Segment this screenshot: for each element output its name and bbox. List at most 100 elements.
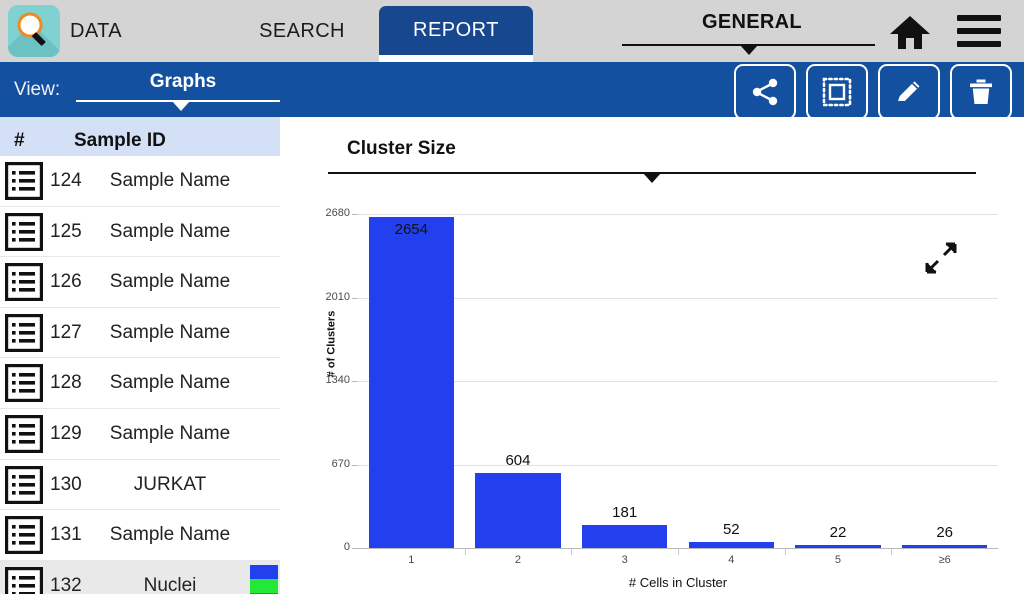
y-axis-tick-label: 2010	[290, 291, 350, 303]
row-number: 130	[50, 460, 82, 510]
sample-list-panel: # Sample ID 124Sample Name125Sample Name…	[0, 117, 280, 594]
list-rows-icon[interactable]	[5, 162, 43, 205]
list-rows-icon[interactable]	[5, 516, 43, 559]
row-sample-name: Sample Name	[95, 409, 245, 459]
y-axis-tick-mark	[352, 548, 358, 549]
x-axis-tick-label: 5	[785, 554, 892, 566]
y-axis-tick-label: 2680	[290, 207, 350, 219]
hamburger-menu-icon[interactable]	[957, 15, 1001, 54]
bar[interactable]	[795, 545, 880, 548]
x-axis-tick-mark	[891, 548, 892, 555]
chart-panel: Cluster Size # of Clusters # Cells in Cl…	[280, 117, 1024, 594]
bar-value-label: 604	[475, 452, 560, 469]
share-button[interactable]	[734, 64, 796, 120]
row-number: 132	[50, 561, 82, 594]
x-axis-label: # Cells in Cluster	[358, 575, 998, 590]
list-rows-icon[interactable]	[5, 213, 43, 256]
select-region-button[interactable]	[806, 64, 868, 120]
x-axis-tick-mark	[571, 548, 572, 555]
chart-plot-area: # of Clusters # Cells in Cluster 0670134…	[358, 214, 998, 548]
row-sample-name: Sample Name	[95, 207, 245, 257]
bar[interactable]	[689, 542, 774, 548]
sample-list-rows[interactable]: 124 Sample Name 125 Sample Name 126 Sample Na…	[0, 156, 280, 586]
row-number: 131	[50, 510, 82, 560]
gridline	[358, 381, 998, 382]
list-rows-icon[interactable]	[5, 415, 43, 458]
bar[interactable]	[475, 473, 560, 548]
bar-value-label: 52	[689, 521, 774, 538]
chevron-down-icon-chart[interactable]	[643, 173, 661, 183]
list-rows-icon[interactable]	[5, 567, 43, 594]
tab-search[interactable]: SEARCH	[232, 0, 372, 62]
chevron-down-icon	[740, 45, 758, 55]
y-axis-tick-mark	[352, 465, 358, 466]
bar-value-label: 26	[902, 524, 987, 541]
magnifier-logo-icon	[8, 5, 60, 57]
gridline	[358, 465, 998, 466]
table-row[interactable]: 130 JURKAT	[0, 460, 280, 511]
row-sample-name: Sample Name	[95, 156, 245, 206]
app-root: DATA SEARCH REPORT GENERAL View: Graphs	[0, 0, 1024, 594]
table-row[interactable]: 125 Sample Name	[0, 207, 280, 258]
row-color-swatches	[250, 565, 278, 594]
view-label: View:	[14, 62, 60, 117]
y-axis-tick-label: 1340	[290, 374, 350, 386]
y-axis-tick-mark	[352, 381, 358, 382]
bar[interactable]	[369, 217, 454, 548]
bar-value-label: 181	[582, 504, 667, 521]
edit-button[interactable]	[878, 64, 940, 120]
home-icon[interactable]	[888, 12, 932, 57]
table-row[interactable]: 127 Sample Name	[0, 308, 280, 359]
top-navigation-bar: DATA SEARCH REPORT GENERAL	[0, 0, 1024, 62]
bar[interactable]	[902, 545, 987, 548]
row-sample-name: Sample Name	[95, 257, 245, 307]
row-number: 125	[50, 207, 82, 257]
y-axis-tick-label: 0	[290, 541, 350, 553]
bar-value-label: 2654	[369, 221, 454, 238]
row-number: 124	[50, 156, 82, 206]
tab-data[interactable]: DATA	[70, 0, 160, 62]
x-axis-tick-mark	[678, 548, 679, 555]
gridline	[358, 214, 998, 215]
x-axis-tick-label: 4	[678, 554, 785, 566]
list-rows-icon[interactable]	[5, 364, 43, 407]
y-axis-tick-label: 670	[290, 458, 350, 470]
general-dropdown-label: GENERAL	[622, 0, 882, 44]
row-number: 126	[50, 257, 82, 307]
row-number: 128	[50, 358, 82, 408]
row-sample-name: Sample Name	[95, 358, 245, 408]
row-sample-name: JURKAT	[95, 460, 245, 510]
bar[interactable]	[582, 525, 667, 548]
row-sample-name: Nuclei	[95, 561, 245, 594]
table-row[interactable]: 128 Sample Name	[0, 358, 280, 409]
table-row[interactable]: 129Sample Name	[0, 409, 280, 460]
tab-report[interactable]: REPORT	[379, 6, 533, 55]
list-rows-icon[interactable]	[5, 314, 43, 357]
y-axis-tick-mark	[352, 214, 358, 215]
gridline	[358, 298, 998, 299]
x-axis-tick-label: 3	[571, 554, 678, 566]
view-toolbar: View: Graphs	[0, 62, 1024, 117]
list-rows-icon[interactable]	[5, 466, 43, 509]
list-rows-icon[interactable]	[5, 263, 43, 306]
delete-button[interactable]	[950, 64, 1012, 120]
x-axis-tick-mark	[465, 548, 466, 555]
general-dropdown[interactable]: GENERAL	[622, 0, 882, 62]
trash-icon	[966, 77, 996, 107]
row-sample-name: Sample Name	[95, 510, 245, 560]
table-row[interactable]: 124 Sample Name	[0, 156, 280, 207]
row-number: 127	[50, 308, 82, 358]
chevron-down-icon-view	[172, 101, 190, 111]
chart-title: Cluster Size	[347, 138, 456, 160]
x-axis-tick-label: 1	[358, 554, 465, 566]
y-axis-tick-mark	[352, 298, 358, 299]
table-row[interactable]: 131 Sample Name	[0, 510, 280, 561]
table-row[interactable]: 132 Nuclei	[0, 561, 280, 594]
x-axis-tick-label: ≥6	[891, 554, 998, 566]
table-row[interactable]: 126 Sample Name	[0, 257, 280, 308]
dotted-square-icon	[822, 77, 852, 107]
tab-report-indicator	[379, 55, 533, 62]
x-axis-tick-label: 2	[465, 554, 572, 566]
row-sample-name: Sample Name	[95, 308, 245, 358]
x-axis-tick-mark	[785, 548, 786, 555]
